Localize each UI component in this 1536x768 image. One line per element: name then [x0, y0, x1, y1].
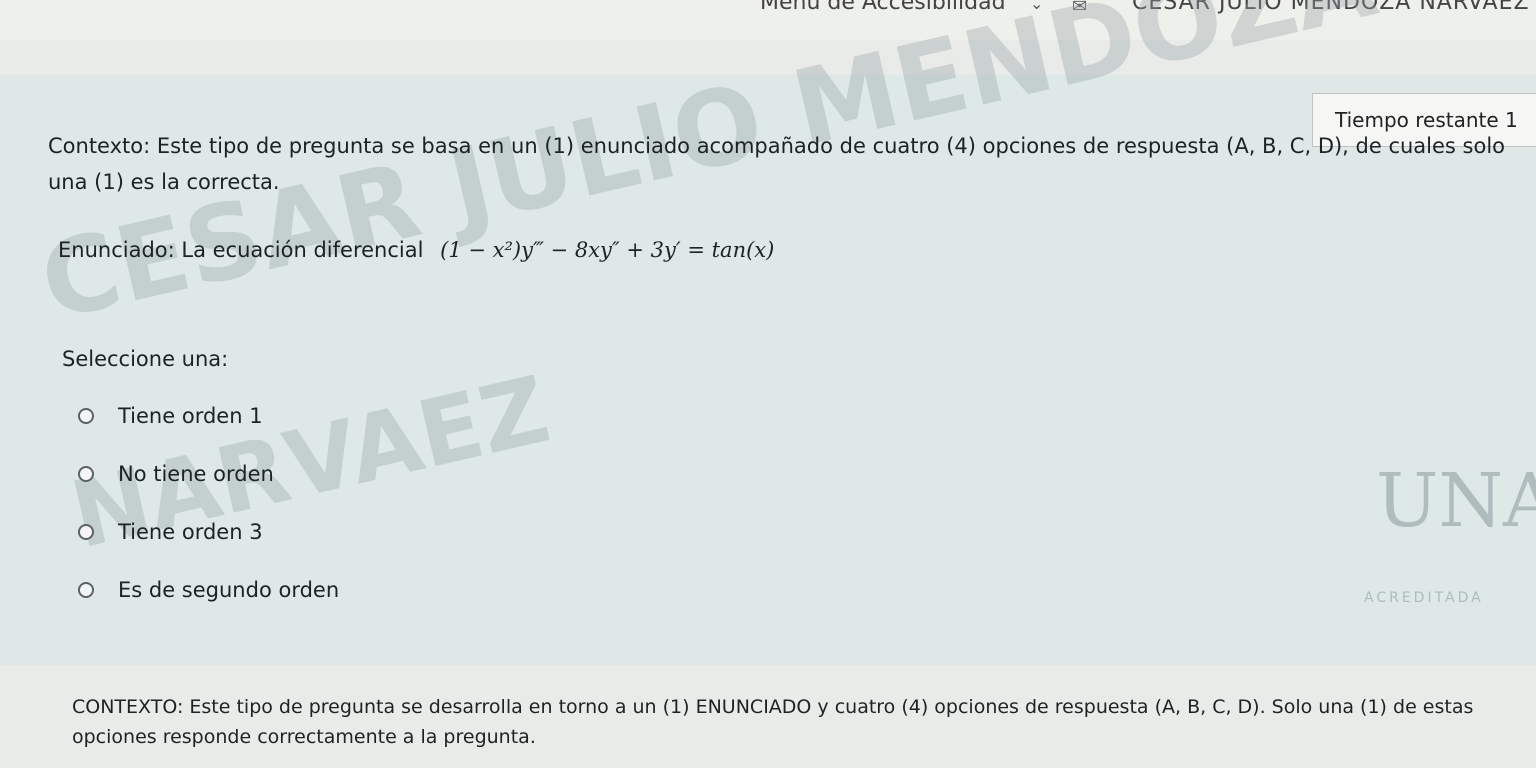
chevron-down-icon[interactable]: ⌄: [1030, 0, 1043, 13]
question-statement: Enunciado: La ecuación diferencial (1 − …: [58, 238, 774, 262]
next-question-context: CONTEXTO: Este tipo de pregunta se desar…: [72, 696, 1474, 748]
option-label[interactable]: Tiene orden 1: [118, 404, 263, 428]
option-label[interactable]: Es de segundo orden: [118, 578, 339, 602]
unad-logo-mark: UNAD: [1376, 458, 1536, 544]
radio-button[interactable]: [78, 524, 94, 540]
answer-option[interactable]: Es de segundo orden: [78, 574, 339, 606]
top-navbar: Menú de Accesibilidad ⌄ ✉ CESAR JULIO ME…: [0, 0, 1536, 41]
option-label[interactable]: No tiene orden: [118, 462, 274, 486]
unad-logo: UNAD ACREDITADA: [1364, 442, 1536, 642]
radio-button[interactable]: [78, 408, 94, 424]
radio-button[interactable]: [78, 582, 94, 598]
radio-button[interactable]: [78, 466, 94, 482]
message-icon[interactable]: ✉: [1072, 0, 1087, 17]
accessibility-menu[interactable]: Menú de Accesibilidad: [760, 0, 1006, 15]
accreditation-text: ACREDITADA: [1364, 590, 1484, 606]
quiz-page: CESAR JULIO MENDOZA NARVAEZ Tiempo resta…: [0, 0, 1536, 768]
select-prompt: Seleccione una:: [62, 347, 229, 371]
differential-equation: (1 − x²)y‴ − 8xy″ + 3y′ = tan(x): [440, 238, 775, 262]
user-menu[interactable]: CESAR JULIO MENDOZA NARVAEZ: [1132, 0, 1530, 15]
answer-option[interactable]: Tiene orden 1: [78, 400, 263, 432]
option-label[interactable]: Tiene orden 3: [118, 520, 263, 544]
answer-option[interactable]: No tiene orden: [78, 458, 274, 490]
statement-label: Enunciado: La ecuación diferencial: [58, 238, 424, 262]
answer-option[interactable]: Tiene orden 3: [78, 516, 263, 548]
question-context: Contexto: Este tipo de pregunta se basa …: [48, 134, 1506, 194]
question-card: CESAR JULIO MENDOZA NARVAEZ Tiempo resta…: [0, 0, 1536, 665]
